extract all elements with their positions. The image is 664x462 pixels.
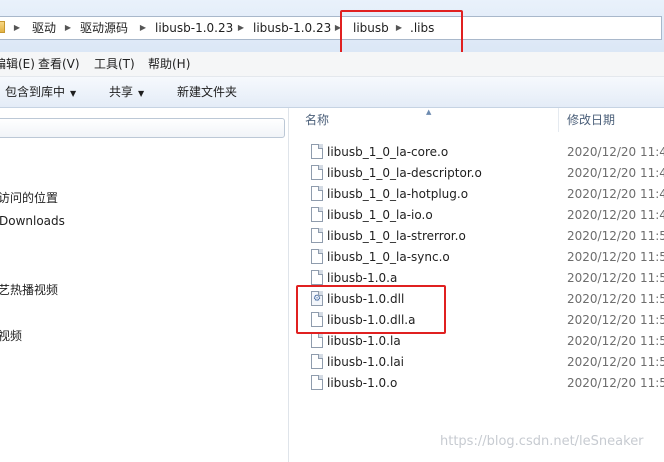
- column-header-name[interactable]: 名称: [305, 108, 329, 132]
- column-header-date[interactable]: 修改日期: [567, 108, 615, 132]
- toolbar: 包含到库中 ▼ 共享 ▼ 新建文件夹: [0, 77, 664, 108]
- chevron-down-icon: ▼: [70, 89, 77, 98]
- file-modified-date: 2020/12/20 11:49: [567, 166, 664, 180]
- file-modified-date: 2020/12/20 11:52: [567, 229, 664, 243]
- chevron-right-icon[interactable]: ▶: [237, 20, 245, 36]
- file-modified-date: 2020/12/20 11:54: [567, 355, 664, 369]
- menu-bar: 编辑(E) 查看(V) 工具(T) 帮助(H): [0, 52, 664, 77]
- file-row[interactable]: libusb-1.0.o 2020/12/20 11:53: [289, 373, 664, 394]
- file-row[interactable]: libusb_1_0_la-hotplug.o 2020/12/20 11:49: [289, 184, 664, 205]
- nav-header-bar[interactable]: [0, 118, 285, 138]
- chevron-right-icon[interactable]: ▶: [13, 20, 21, 36]
- file-row[interactable]: libusb-1.0.la 2020/12/20 11:54: [289, 331, 664, 352]
- file-row[interactable]: libusb_1_0_la-sync.o 2020/12/20 11:53: [289, 247, 664, 268]
- file-name: libusb_1_0_la-strerror.o: [327, 229, 466, 243]
- file-icon: [311, 354, 323, 369]
- file-icon: [311, 333, 323, 348]
- address-bar: ▶ 驱动 ▶ 驱动源码 ▶ libusb-1.0.23 ▶ libusb-1.0…: [0, 0, 664, 54]
- watermark: https://blog.csdn.net/leSneaker: [440, 434, 644, 449]
- folder-icon: [0, 21, 5, 33]
- menu-edit[interactable]: 编辑(E): [0, 56, 35, 72]
- file-name: libusb_1_0_la-io.o: [327, 208, 433, 222]
- file-icon: [311, 270, 323, 285]
- share-button[interactable]: 共享 ▼: [109, 84, 144, 100]
- breadcrumb-item[interactable]: libusb-1.0.23: [155, 20, 233, 36]
- navigation-pane: 访问的位置 Downloads 艺热播视频 视频: [0, 108, 289, 462]
- file-row[interactable]: libusb-1.0.lai 2020/12/20 11:54: [289, 352, 664, 373]
- breadcrumb-item[interactable]: 驱动源码: [80, 20, 128, 36]
- file-name: libusb-1.0.o: [327, 376, 398, 390]
- chevron-right-icon[interactable]: ▶: [139, 20, 147, 36]
- file-name: libusb-1.0.lai: [327, 355, 405, 369]
- share-label: 共享: [109, 85, 134, 99]
- file-modified-date: 2020/12/20 11:54: [567, 313, 664, 327]
- file-modified-date: 2020/12/20 11:54: [567, 334, 664, 348]
- file-icon: [311, 165, 323, 180]
- include-in-library-label: 包含到库中: [5, 85, 66, 99]
- file-modified-date: 2020/12/20 11:53: [567, 376, 664, 390]
- nav-item-recent-places[interactable]: 访问的位置: [0, 190, 58, 206]
- file-row[interactable]: libusb_1_0_la-strerror.o 2020/12/20 11:52: [289, 226, 664, 247]
- file-name: libusb-1.0.la: [327, 334, 401, 348]
- file-modified-date: 2020/12/20 11:49: [567, 208, 664, 222]
- file-icon: [311, 207, 323, 222]
- highlight-box: [340, 10, 463, 54]
- file-modified-date: 2020/12/20 11:54: [567, 271, 664, 285]
- menu-tools[interactable]: 工具(T): [94, 56, 135, 72]
- new-folder-button[interactable]: 新建文件夹: [177, 84, 237, 100]
- file-modified-date: 2020/12/20 11:49: [567, 145, 664, 159]
- file-icon: [311, 228, 323, 243]
- file-modified-date: 2020/12/20 11:54: [567, 292, 664, 306]
- breadcrumb-item[interactable]: libusb-1.0.23: [253, 20, 331, 36]
- file-row[interactable]: libusb_1_0_la-descriptor.o 2020/12/20 11:…: [289, 163, 664, 184]
- file-row[interactable]: libusb_1_0_la-core.o 2020/12/20 11:49: [289, 142, 664, 163]
- file-name: libusb_1_0_la-core.o: [327, 145, 449, 159]
- file-icon: [311, 375, 323, 390]
- file-row[interactable]: libusb_1_0_la-io.o 2020/12/20 11:49: [289, 205, 664, 226]
- file-modified-date: 2020/12/20 11:53: [567, 250, 664, 264]
- nav-item-downloads[interactable]: Downloads: [0, 213, 65, 229]
- breadcrumb-item[interactable]: 驱动: [32, 20, 56, 36]
- breadcrumb[interactable]: ▶ 驱动 ▶ 驱动源码 ▶ libusb-1.0.23 ▶ libusb-1.0…: [0, 16, 662, 40]
- file-icon: [311, 186, 323, 201]
- chevron-down-icon: ▼: [138, 89, 145, 98]
- file-name: libusb_1_0_la-sync.o: [327, 250, 450, 264]
- nav-item-videos[interactable]: 视频: [0, 328, 22, 344]
- menu-view[interactable]: 查看(V): [38, 56, 80, 72]
- highlight-box: [296, 285, 446, 334]
- file-icon: [311, 144, 323, 159]
- chevron-right-icon[interactable]: ▶: [64, 20, 72, 36]
- include-in-library-button[interactable]: 包含到库中 ▼: [5, 84, 76, 100]
- menu-help[interactable]: 帮助(H): [148, 56, 190, 72]
- file-name: libusb_1_0_la-descriptor.o: [327, 166, 482, 180]
- file-name: libusb_1_0_la-hotplug.o: [327, 187, 469, 201]
- column-divider[interactable]: [558, 108, 559, 132]
- sort-ascending-icon: ▲: [426, 108, 432, 116]
- nav-item-video-app[interactable]: 艺热播视频: [0, 282, 58, 298]
- file-icon: [311, 249, 323, 264]
- file-modified-date: 2020/12/20 11:49: [567, 187, 664, 201]
